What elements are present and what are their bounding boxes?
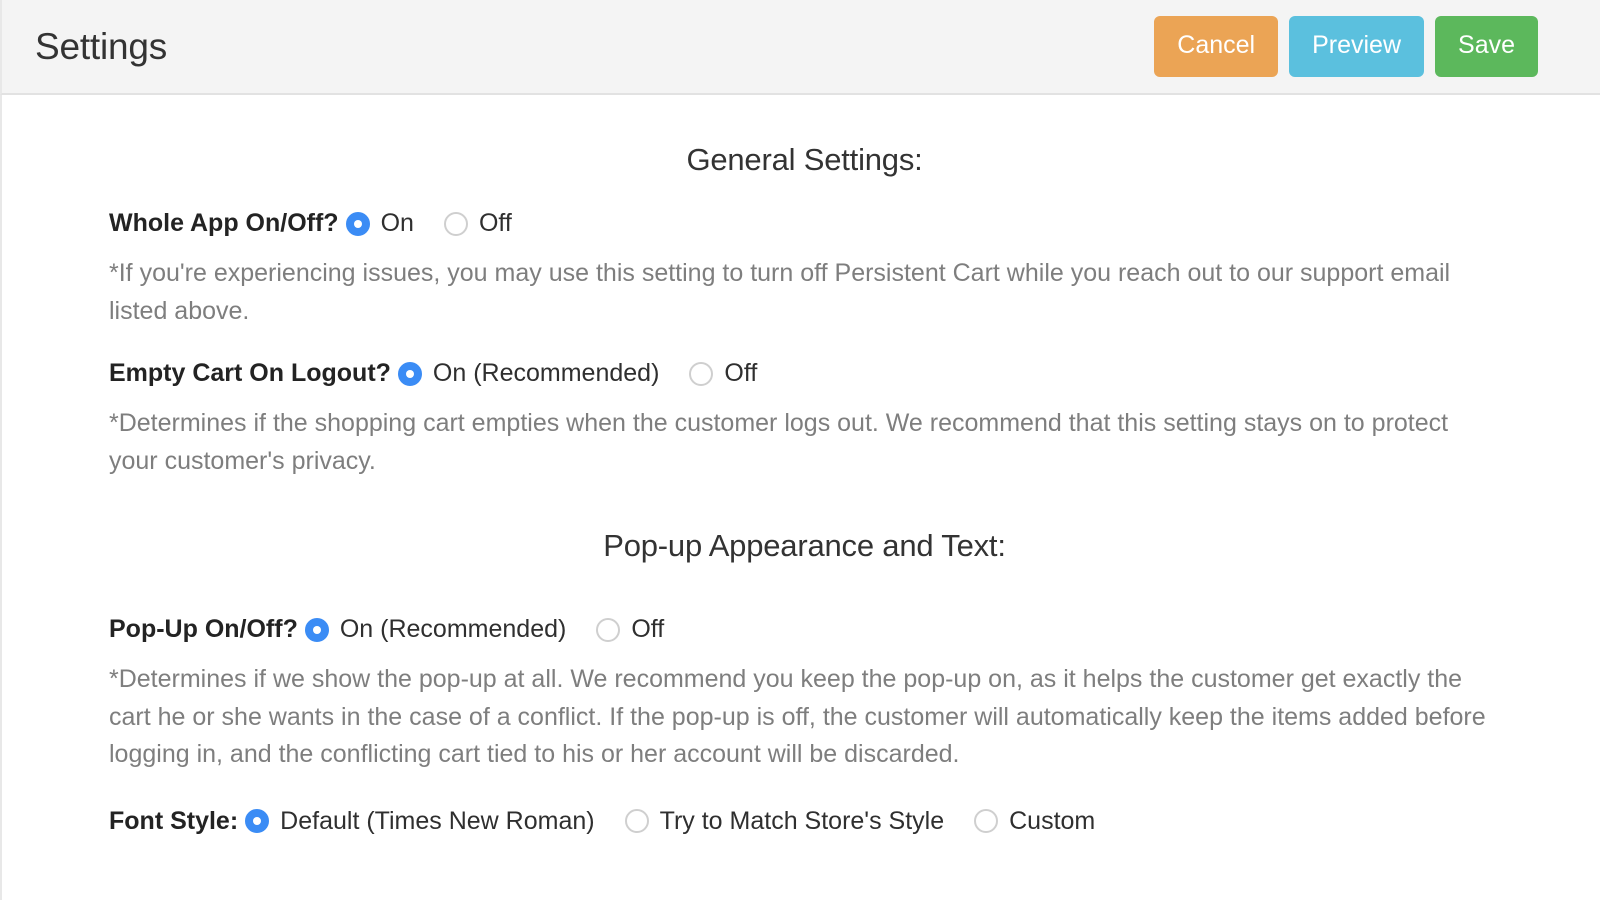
radio-icon-selected[interactable] xyxy=(397,361,422,386)
setting-label-popup-onoff: Pop-Up On/Off? xyxy=(109,615,298,643)
radio-icon-unselected[interactable] xyxy=(443,211,468,236)
radio-label-popup-on: On (Recommended) xyxy=(339,615,567,643)
app-header: Settings Cancel Preview Save xyxy=(0,0,1600,95)
radio-option-whole-app-off[interactable]: Off xyxy=(443,209,512,237)
section-heading-general-settings: General Settings: xyxy=(686,142,923,177)
radio-label-empty-cart-off: Off xyxy=(724,359,758,387)
cancel-button[interactable]: Cancel xyxy=(1154,16,1279,77)
setting-row-popup-onoff: Pop-Up On/Off? On (Recommended) Off xyxy=(109,617,1500,642)
radio-icon-unselected[interactable] xyxy=(624,809,649,833)
radio-option-whole-app-on[interactable]: On xyxy=(345,209,414,237)
radio-label-font-match-store: Try to Match Store's Style xyxy=(659,806,945,835)
settings-content: General Settings: Whole App On/Off? On O… xyxy=(0,95,1600,900)
radio-icon-unselected[interactable] xyxy=(689,361,714,386)
radio-label-empty-cart-on: On (Recommended) xyxy=(432,359,660,387)
radio-option-popup-off[interactable]: Off xyxy=(596,617,664,642)
radio-icon-selected[interactable] xyxy=(245,809,270,833)
radio-icon-unselected[interactable] xyxy=(596,617,621,642)
radio-icon-selected[interactable] xyxy=(345,211,370,236)
radio-option-font-default[interactable]: Default (Times New Roman) xyxy=(245,806,595,835)
helper-text-whole-app: *If you're experiencing issues, you may … xyxy=(109,259,1451,325)
radio-label-popup-off: Off xyxy=(631,615,665,643)
radio-label-whole-app-on: On xyxy=(380,209,414,237)
preview-button[interactable]: Preview xyxy=(1289,16,1425,77)
setting-row-whole-app: Whole App On/Off? On Off xyxy=(109,211,1500,236)
header-actions: Cancel Preview Save xyxy=(1154,16,1538,77)
helper-text-empty-cart: *Determines if the shopping cart empties… xyxy=(109,409,1449,475)
radio-option-popup-on[interactable]: On (Recommended) xyxy=(304,615,567,643)
radio-option-empty-cart-on[interactable]: On (Recommended) xyxy=(397,359,660,387)
radio-option-font-custom[interactable]: Custom xyxy=(974,806,1096,835)
radio-icon-unselected[interactable] xyxy=(974,809,999,833)
setting-label-font-style: Font Style: xyxy=(109,806,239,835)
setting-row-font-style: Font Style: Default (Times New Roman) Tr… xyxy=(109,806,1500,835)
helper-text-popup-onoff: *Determines if we show the pop-up at all… xyxy=(109,665,1486,768)
save-button[interactable]: Save xyxy=(1435,16,1538,77)
radio-icon-selected[interactable] xyxy=(304,617,329,642)
radio-label-font-default: Default (Times New Roman) xyxy=(280,806,595,835)
setting-row-empty-cart: Empty Cart On Logout? On (Recommended) O… xyxy=(109,361,1500,386)
setting-label-empty-cart: Empty Cart On Logout? xyxy=(109,359,391,387)
radio-label-whole-app-off: Off xyxy=(478,209,512,237)
radio-option-font-match-store[interactable]: Try to Match Store's Style xyxy=(624,806,945,835)
radio-option-empty-cart-off[interactable]: Off xyxy=(689,361,757,386)
section-heading-popup-appearance: Pop-up Appearance and Text: xyxy=(603,528,1006,563)
setting-label-whole-app: Whole App On/Off? xyxy=(109,209,339,237)
radio-label-font-custom: Custom xyxy=(1009,806,1096,835)
page-title: Settings xyxy=(35,26,168,67)
